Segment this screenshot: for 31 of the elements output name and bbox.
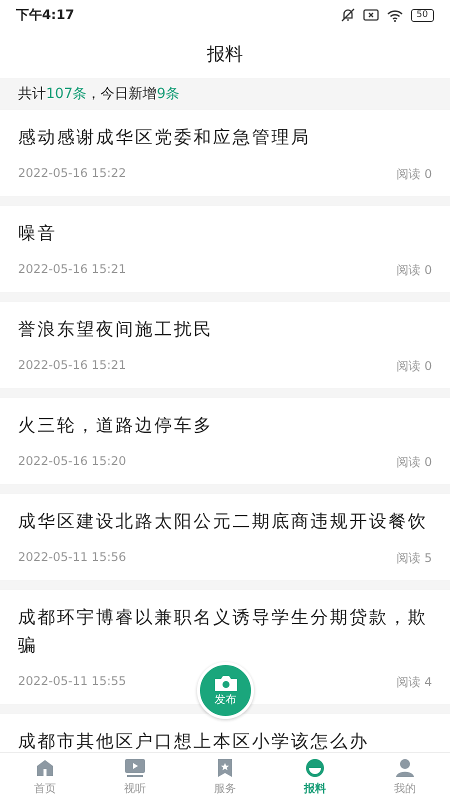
read-count: 阅读 4 (396, 674, 432, 691)
post-title: 成华区建设北路太阳公元二期底商违规开设餐饮 (18, 511, 428, 534)
read-count: 阅读 0 (396, 454, 432, 471)
read-count: 阅读 5 (396, 550, 432, 567)
read-count: 阅读 0 (396, 166, 432, 183)
post-title: 誉浪东望夜间施工扰民 (18, 319, 214, 342)
read-count: 阅读 0 (396, 262, 432, 279)
wifi-icon (386, 8, 403, 22)
post-title: 成都环宇博睿以兼职名义诱导学生分期贷款，欺骗 (18, 607, 428, 658)
sim-x-icon (362, 9, 379, 21)
post-date: 2022-05-16 15:22 (18, 166, 126, 182)
post-date: 2022-05-11 15:55 (18, 674, 126, 690)
read-count: 阅读 0 (396, 358, 432, 375)
post-title: 成都市其他区户口想上本区小学该怎么办 (18, 731, 370, 752)
status-time: 下午4:17 (16, 7, 74, 24)
post-date: 2022-05-16 15:20 (18, 454, 126, 470)
page-title: 报料 (207, 43, 243, 66)
post-title: 感动感谢成华区党委和应急管理局 (18, 127, 312, 150)
bookmark-star-icon (216, 758, 234, 778)
camera-icon (214, 674, 238, 692)
post-date: 2022-05-16 15:21 (18, 262, 126, 278)
post-title: 噪音 (18, 223, 58, 246)
battery-level: 50 (410, 8, 434, 22)
home-icon (35, 758, 55, 778)
post-date: 2022-05-16 15:21 (18, 358, 126, 374)
post-title: 火三轮，道路边停车多 (18, 415, 214, 438)
play-icon (124, 758, 146, 778)
bell-off-icon (340, 8, 355, 22)
summary-text: 共计107条，今日新增9条 (0, 78, 450, 110)
person-icon (395, 758, 415, 778)
post-date: 2022-05-11 15:56 (18, 550, 126, 566)
